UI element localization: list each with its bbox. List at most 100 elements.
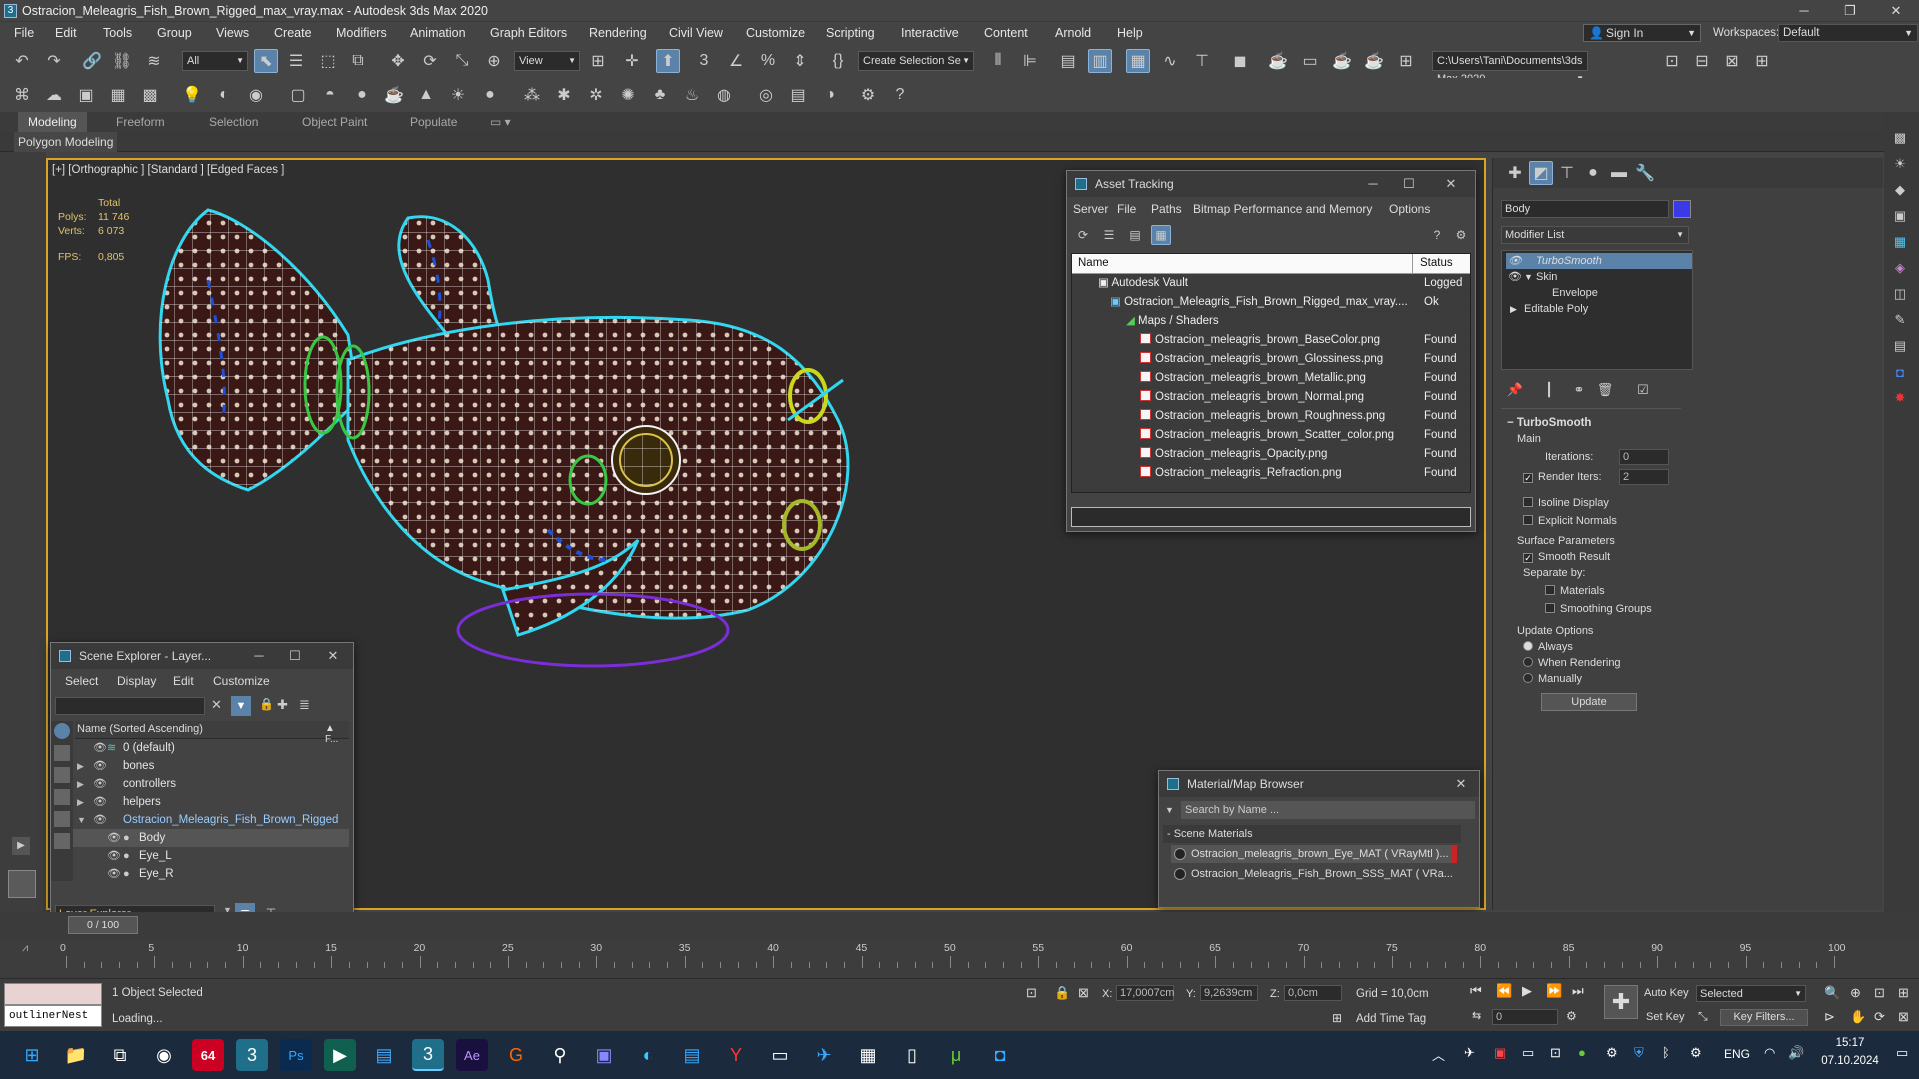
tray-torrent-icon[interactable]: ● — [1578, 1045, 1586, 1060]
settings-icon[interactable]: ⚙ — [856, 83, 880, 107]
named-selection-select[interactable]: Create Selection Se ▼ — [858, 51, 974, 71]
eye-icon[interactable]: 👁 — [93, 811, 107, 829]
menu-views[interactable]: Views — [216, 22, 249, 44]
chrome-icon[interactable]: ◉ — [148, 1039, 180, 1071]
maximize-viewport-icon[interactable]: ⊠ — [1898, 1009, 1909, 1025]
maxscript-listener[interactable] — [4, 983, 102, 1005]
asset-row[interactable]: ▣ Autodesk Vault Logged — [1078, 274, 1468, 293]
fur-icon[interactable]: ⁂ — [520, 83, 544, 107]
make-unique-icon[interactable]: ⚭ — [1567, 378, 1591, 402]
asset-row[interactable]: Ostracion_meleagris_brown_Metallic.png Fo… — [1078, 369, 1468, 388]
menu-paths[interactable]: Paths — [1151, 199, 1182, 219]
menu-create[interactable]: Create — [274, 22, 312, 44]
app-64-icon[interactable]: 64 — [192, 1039, 224, 1071]
maximize-icon[interactable]: ☐ — [277, 643, 313, 669]
after-effects-icon[interactable]: Ae — [456, 1039, 488, 1071]
tree-row[interactable]: ▶ 👁 bones — [73, 757, 349, 775]
scene-explorer-titlebar[interactable]: Scene Explorer - Layer... ─ ☐ ✕ — [51, 643, 353, 669]
minimize-icon[interactable]: ─ — [1355, 171, 1391, 197]
display-tab-icon[interactable]: ▬ — [1607, 161, 1631, 185]
asset-path-field[interactable] — [1071, 507, 1471, 527]
render-icon[interactable]: ◉ — [244, 83, 268, 107]
app-blue-icon[interactable]: ▤ — [676, 1039, 708, 1071]
restore-icon[interactable]: ❐ — [1827, 0, 1873, 22]
layers-icon[interactable]: ≣ — [299, 697, 310, 713]
grid-icon[interactable]: ▩ — [138, 83, 162, 107]
tab-object-paint[interactable]: Object Paint — [302, 112, 367, 132]
hierarchy-tab-icon[interactable]: ⊤ — [1555, 161, 1579, 185]
isoline-display-checkbox[interactable]: Isoline Display — [1523, 497, 1609, 509]
when-rendering-radio[interactable]: When Rendering — [1523, 657, 1621, 669]
menu-edit[interactable]: Edit — [173, 671, 194, 691]
reference-coord-select[interactable]: View ▼ — [514, 51, 580, 71]
render-iters-spinner[interactable]: 2 — [1619, 469, 1669, 485]
3dsmax-icon[interactable]: 3 — [236, 1039, 268, 1071]
scene-explorer-toggle-icon[interactable]: ▤ — [1056, 49, 1080, 73]
eye-icon[interactable]: 👁 — [107, 847, 121, 865]
viewport-layout-icon[interactable]: ⊡ — [1660, 49, 1684, 73]
document-icon[interactable]: ▯ — [896, 1039, 928, 1071]
rendered-frame-icon[interactable]: ▭ — [1298, 49, 1322, 73]
zoom-all-icon[interactable]: ⊕ — [1850, 985, 1861, 1001]
menu-content[interactable]: Content — [984, 22, 1028, 44]
task-view-icon[interactable]: ⧉ — [104, 1039, 136, 1071]
asset-row[interactable]: ◢ Maps / Shaders — [1078, 312, 1468, 331]
select-manipulate-icon[interactable]: ✛ — [620, 49, 644, 73]
xref-icon[interactable]: ⌘ — [10, 83, 34, 107]
percent-snap-icon[interactable]: % — [756, 49, 780, 73]
material-ball-icon[interactable]: ◍ — [712, 83, 736, 107]
menu-bitmap-performance[interactable]: Bitmap Performance and Memory — [1193, 199, 1372, 219]
zoom-icon[interactable]: 🔍 — [1824, 985, 1840, 1001]
3dsmax-active-icon[interactable]: 3 — [412, 1039, 444, 1071]
go-to-start-icon[interactable]: ⏮ — [1470, 983, 1482, 999]
asset-row[interactable]: Ostracion_meleagris_brown_Glossiness.png… — [1078, 350, 1468, 369]
tab-populate[interactable]: Populate — [410, 112, 457, 132]
scale-icon[interactable]: ⤡ — [450, 49, 474, 73]
document-icon[interactable]: ▤ — [1888, 334, 1912, 358]
display-lights-icon[interactable] — [54, 767, 70, 783]
pot-icon[interactable]: ♨ — [680, 83, 704, 107]
edit-named-selection-icon[interactable]: {} — [826, 49, 850, 73]
gem-icon[interactable]: ◈ — [1888, 256, 1912, 280]
light-icon[interactable]: ◆ — [1888, 178, 1912, 202]
tray-settings-icon[interactable]: ⚙ — [1690, 1045, 1702, 1061]
current-frame-field[interactable]: 0 — [1492, 1009, 1558, 1025]
configure-sets-icon[interactable]: ☑ — [1631, 378, 1655, 402]
camera-icon[interactable]: ◘ — [984, 1039, 1016, 1071]
always-radio[interactable]: Always — [1523, 641, 1573, 653]
list-icon[interactable]: ☰ — [1099, 225, 1119, 245]
move-icon[interactable]: ✥ — [386, 49, 410, 73]
grid-icon[interactable]: ▦ — [1888, 230, 1912, 254]
curve-editor-icon[interactable]: ∿ — [1158, 49, 1182, 73]
language-indicator[interactable]: ENG — [1724, 1047, 1750, 1061]
asset-row[interactable]: Ostracion_meleagris_brown_BaseColor.png F… — [1078, 331, 1468, 350]
minimize-icon[interactable]: ─ — [241, 643, 277, 669]
smoothing-groups-checkbox[interactable]: Smoothing Groups — [1545, 603, 1652, 615]
auto-key-button[interactable]: Auto Key — [1644, 987, 1689, 999]
stack-item-skin[interactable]: 👁 ▼ Skin — [1506, 269, 1692, 285]
field-of-view-icon[interactable]: ⊳ — [1824, 1009, 1835, 1025]
menu-display[interactable]: Display — [117, 671, 156, 691]
play-toggle-icon[interactable]: ▶ — [12, 837, 30, 855]
menu-graph-editors[interactable]: Graph Editors — [490, 22, 567, 44]
display-helpers-icon[interactable] — [54, 811, 70, 827]
eye-icon[interactable]: 👁 — [93, 757, 107, 775]
collapse-icon[interactable]: ▼ — [77, 811, 86, 829]
file-explorer-icon[interactable]: 📁 — [60, 1039, 92, 1071]
clear-search-icon[interactable]: ✕ — [211, 697, 222, 713]
zoom-extents-icon[interactable]: ⊡ — [1874, 985, 1885, 1001]
polygon-modeling-panel[interactable]: Polygon Modeling — [14, 132, 118, 152]
expand-icon[interactable]: ▶ — [1510, 301, 1517, 317]
scene-search-input[interactable] — [55, 697, 205, 715]
decal-icon[interactable]: ✲ — [584, 83, 608, 107]
cloud-icon[interactable]: ☁ — [42, 83, 66, 107]
show-end-result-icon[interactable]: ┃ — [1537, 378, 1561, 402]
dome-icon[interactable]: ◓ — [318, 83, 342, 107]
torrent-icon[interactable]: μ — [940, 1039, 972, 1071]
bind-space-warp-icon[interactable]: ≋ — [142, 49, 166, 73]
tab-selection[interactable]: Selection — [209, 112, 258, 132]
zoom-extents-all-icon[interactable]: ⊞ — [1898, 985, 1909, 1001]
details-icon[interactable]: ▤ — [1125, 225, 1145, 245]
toggle-ribbon-icon[interactable]: ▦ — [1126, 49, 1150, 73]
menu-tools[interactable]: Tools — [103, 22, 132, 44]
